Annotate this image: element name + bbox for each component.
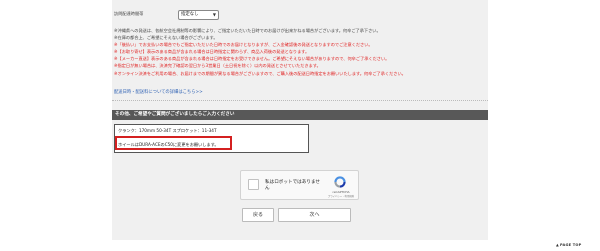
back-button[interactable]: 戻る xyxy=(242,208,274,222)
delivery-time-row: 訪問配達時間帯 指定なし ▼ xyxy=(112,10,488,22)
delivery-time-select-value: 指定なし xyxy=(181,12,199,17)
recaptcha-label: 私はロボットではありません xyxy=(265,180,320,191)
recaptcha-widget: 私はロボットではありません reCAPTCHA プライバシー - 利用規約 xyxy=(240,170,359,200)
comment-text-line-1: クランク：170mm 50-34T スプロケット：11-34T xyxy=(118,128,217,133)
note-backorder: ※【お取り寄せ】表示のある商品が含まれる場合は日時指定に関わらず、商品入荷後の発… xyxy=(114,49,310,55)
order-form-panel: 訪問配達時間帯 指定なし ▼ ※沖縄県への発送は、各航空会社規制等の影響により、… xyxy=(112,0,488,240)
note-online-payment: ※オンライン決済をご利用の場合、お届けまでの期間が異なる場合がございますので、ご… xyxy=(114,70,406,76)
note-okinawa: ※沖縄県への発送は、各航空会社規制等の影響により、ご指定いただいた日時でのお届け… xyxy=(114,28,381,33)
triangle-up-icon: ▲ xyxy=(556,243,559,247)
recaptcha-checkbox[interactable] xyxy=(248,179,259,190)
comment-text-line-2: ホイールはDURA-ACEのC50に変更をお願いします。 xyxy=(118,142,219,147)
delivery-time-select[interactable]: 指定なし ▼ xyxy=(178,10,219,20)
comment-textarea[interactable]: クランク：170mm 50-34T スプロケット：11-34T ホイールはDUR… xyxy=(114,124,309,153)
recaptcha-icon xyxy=(334,176,346,188)
page-top-label: PAGE TOP xyxy=(559,243,582,247)
delivery-notes: ※沖縄県への発送は、各航空会社規制等の影響により、ご指定いただいた日時でのお届け… xyxy=(114,27,486,77)
recaptcha-terms[interactable]: プライバシー - 利用規約 xyxy=(325,194,357,198)
note-deferred-payment: ※「後払い」でお支払いの場合でもご指定いただいた日時でのお届けとなりますが、ご入… xyxy=(114,42,373,48)
comment-section-header: その他、ご希望やご質問がございましたらご入力ください xyxy=(112,110,488,120)
delivery-time-label: 訪問配達時間帯 xyxy=(114,11,144,16)
note-stock: ※在庫の都合上、ご希望にそえない場合がございます。 xyxy=(114,35,218,41)
note-no-date: ※指定日が無い場合は、決済完了確認の翌日から3営業日（土日祝を除く）以内の発送と… xyxy=(114,63,321,69)
next-button[interactable]: 次へ xyxy=(278,208,351,222)
delivery-details-link[interactable]: 配送日時・配送料についての詳細はこちら>> xyxy=(114,89,203,95)
page-top-link[interactable]: ▲PAGE TOP xyxy=(556,243,581,247)
divider xyxy=(112,100,488,101)
chevron-down-icon: ▼ xyxy=(212,12,216,17)
note-direct-ship: ※【メーカー直送】表示のある商品が含まれる場合は日時指定をお受けできません。ご希… xyxy=(114,56,390,62)
